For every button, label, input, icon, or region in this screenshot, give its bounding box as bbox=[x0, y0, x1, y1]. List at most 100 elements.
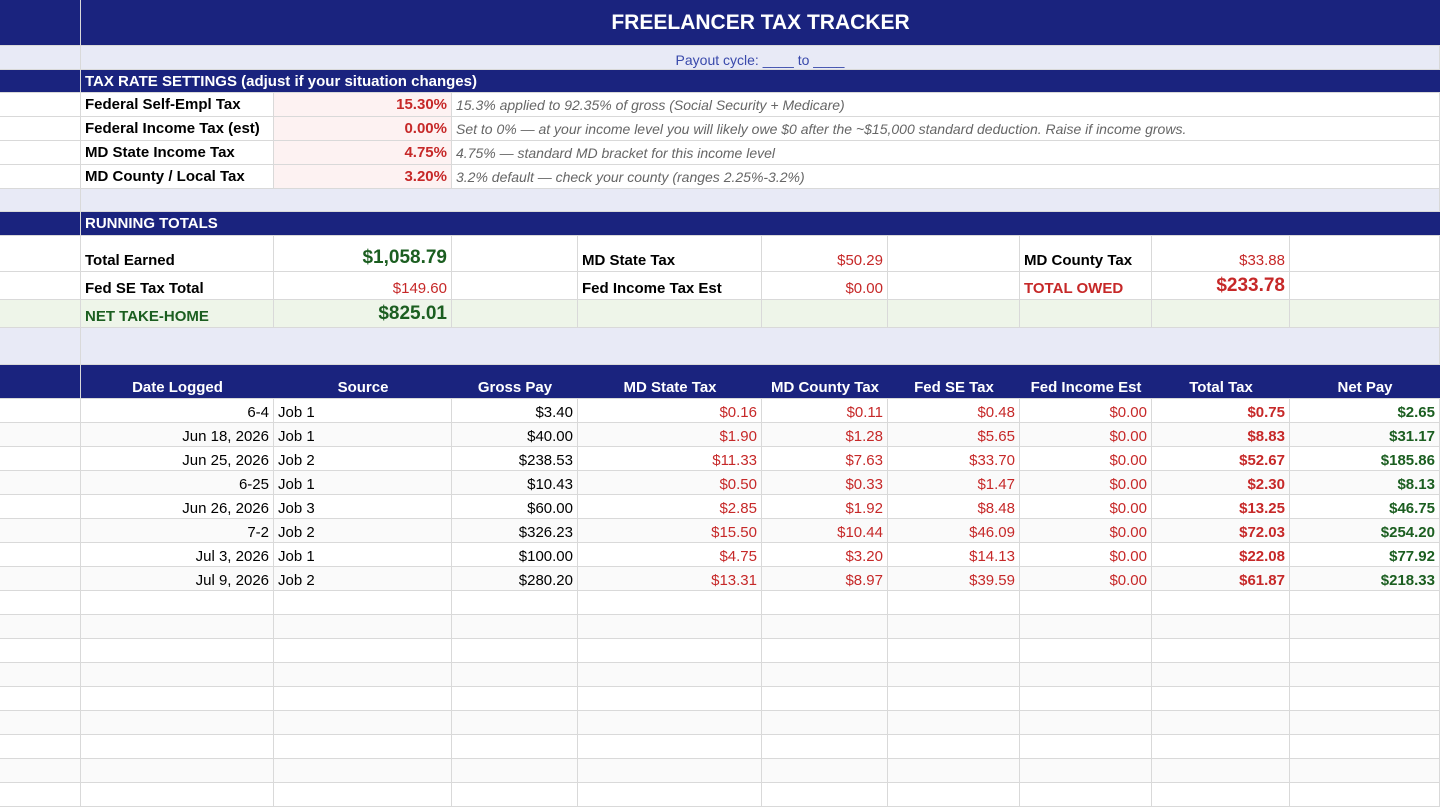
col-header-fed-se[interactable]: Fed SE Tax bbox=[888, 365, 1020, 399]
row-gutter[interactable] bbox=[0, 0, 81, 46]
cell-date[interactable] bbox=[81, 711, 274, 735]
cell-fed-se[interactable] bbox=[888, 663, 1020, 687]
empty-cell[interactable] bbox=[452, 272, 578, 300]
cell-net-pay[interactable] bbox=[1290, 591, 1440, 615]
cell-md-state[interactable] bbox=[578, 663, 762, 687]
total-owed-label[interactable]: TOTAL OWED bbox=[1020, 272, 1152, 300]
cell-gross[interactable] bbox=[452, 783, 578, 807]
cell-fed-income[interactable] bbox=[1020, 663, 1152, 687]
rate-note[interactable]: 3.2% default — check your county (ranges… bbox=[452, 165, 1440, 189]
cell-total-tax[interactable] bbox=[1152, 639, 1290, 663]
row-gutter[interactable] bbox=[0, 300, 81, 328]
cell-total-tax[interactable] bbox=[1152, 735, 1290, 759]
cell-total-tax[interactable] bbox=[1152, 663, 1290, 687]
cell-md-county[interactable] bbox=[762, 711, 888, 735]
cell-date[interactable]: Jul 9, 2026 bbox=[81, 567, 274, 591]
rate-note[interactable]: 4.75% — standard MD bracket for this inc… bbox=[452, 141, 1440, 165]
cell-date[interactable] bbox=[81, 759, 274, 783]
cell-total-tax[interactable] bbox=[1152, 591, 1290, 615]
rate-value[interactable]: 3.20% bbox=[274, 165, 452, 189]
cell-md-county[interactable]: $1.92 bbox=[762, 495, 888, 519]
rate-value[interactable]: 0.00% bbox=[274, 117, 452, 141]
cell-md-county[interactable] bbox=[762, 687, 888, 711]
empty-cell[interactable] bbox=[888, 236, 1020, 272]
cell-gross[interactable] bbox=[452, 687, 578, 711]
cell-source[interactable] bbox=[274, 639, 452, 663]
cell-date[interactable]: Jun 26, 2026 bbox=[81, 495, 274, 519]
cell-fed-se[interactable] bbox=[888, 759, 1020, 783]
cell-md-state[interactable] bbox=[578, 615, 762, 639]
row-gutter[interactable] bbox=[0, 735, 81, 759]
empty-cell[interactable] bbox=[452, 236, 578, 272]
cell-net-pay[interactable]: $31.17 bbox=[1290, 423, 1440, 447]
cell-source[interactable] bbox=[274, 759, 452, 783]
cell-net-pay[interactable] bbox=[1290, 759, 1440, 783]
cell-source[interactable] bbox=[274, 783, 452, 807]
col-header-md-state[interactable]: MD State Tax bbox=[578, 365, 762, 399]
cell-gross[interactable]: $326.23 bbox=[452, 519, 578, 543]
rate-note[interactable]: Set to 0% — at your income level you wil… bbox=[452, 117, 1440, 141]
row-gutter[interactable] bbox=[0, 117, 81, 141]
cell-md-county[interactable] bbox=[762, 663, 888, 687]
cell-net-pay[interactable]: $46.75 bbox=[1290, 495, 1440, 519]
total-earned-label[interactable]: Total Earned bbox=[81, 236, 274, 272]
cell-fed-se[interactable]: $0.48 bbox=[888, 399, 1020, 423]
cell-md-state[interactable]: $2.85 bbox=[578, 495, 762, 519]
cell-gross[interactable]: $280.20 bbox=[452, 567, 578, 591]
cell-md-county[interactable]: $10.44 bbox=[762, 519, 888, 543]
cell-source[interactable]: Job 3 bbox=[274, 495, 452, 519]
cell-md-state[interactable] bbox=[578, 639, 762, 663]
row-gutter[interactable] bbox=[0, 141, 81, 165]
cell-gross[interactable]: $100.00 bbox=[452, 543, 578, 567]
col-header-fed-income[interactable]: Fed Income Est bbox=[1020, 365, 1152, 399]
md-county-tax-label[interactable]: MD County Tax bbox=[1020, 236, 1152, 272]
cell-date[interactable]: 7-2 bbox=[81, 519, 274, 543]
row-gutter[interactable] bbox=[0, 711, 81, 735]
cell-md-county[interactable]: $8.97 bbox=[762, 567, 888, 591]
cell-source[interactable] bbox=[274, 687, 452, 711]
row-gutter[interactable] bbox=[0, 495, 81, 519]
cell-total-tax[interactable] bbox=[1152, 759, 1290, 783]
empty-cell[interactable] bbox=[1290, 236, 1440, 272]
cell-md-county[interactable] bbox=[762, 639, 888, 663]
empty-cell[interactable] bbox=[452, 300, 578, 328]
cell-source[interactable]: Job 2 bbox=[274, 519, 452, 543]
payout-cycle[interactable]: Payout cycle: ____ to ____ bbox=[81, 46, 1440, 70]
total-earned-value[interactable]: $1,058.79 bbox=[274, 236, 452, 272]
col-header-source[interactable]: Source bbox=[274, 365, 452, 399]
cell-fed-se[interactable]: $14.13 bbox=[888, 543, 1020, 567]
cell-net-pay[interactable]: $185.86 bbox=[1290, 447, 1440, 471]
cell-md-state[interactable] bbox=[578, 759, 762, 783]
cell-net-pay[interactable] bbox=[1290, 711, 1440, 735]
cell-total-tax[interactable]: $52.67 bbox=[1152, 447, 1290, 471]
cell-date[interactable] bbox=[81, 615, 274, 639]
row-gutter[interactable] bbox=[0, 70, 81, 93]
row-gutter[interactable] bbox=[0, 46, 81, 70]
row-gutter[interactable] bbox=[0, 328, 81, 365]
cell-fed-income[interactable] bbox=[1020, 711, 1152, 735]
cell-date[interactable] bbox=[81, 591, 274, 615]
cell-source[interactable]: Job 1 bbox=[274, 543, 452, 567]
sheet-title[interactable]: FREELANCER TAX TRACKER bbox=[81, 0, 1440, 46]
md-state-tax-value[interactable]: $50.29 bbox=[762, 236, 888, 272]
cell-source[interactable] bbox=[274, 711, 452, 735]
cell-source[interactable]: Job 2 bbox=[274, 447, 452, 471]
row-gutter[interactable] bbox=[0, 423, 81, 447]
cell-gross[interactable]: $10.43 bbox=[452, 471, 578, 495]
cell-fed-se[interactable]: $46.09 bbox=[888, 519, 1020, 543]
row-gutter[interactable] bbox=[0, 783, 81, 807]
cell-source[interactable] bbox=[274, 591, 452, 615]
row-gutter[interactable] bbox=[0, 639, 81, 663]
cell-date[interactable]: 6-4 bbox=[81, 399, 274, 423]
cell-md-county[interactable] bbox=[762, 759, 888, 783]
col-header-date[interactable]: Date Logged bbox=[81, 365, 274, 399]
row-gutter[interactable] bbox=[0, 93, 81, 117]
cell-md-county[interactable] bbox=[762, 615, 888, 639]
row-gutter[interactable] bbox=[0, 663, 81, 687]
fed-income-tax-label[interactable]: Fed Income Tax Est bbox=[578, 272, 762, 300]
cell-date[interactable] bbox=[81, 735, 274, 759]
cell-fed-se[interactable] bbox=[888, 591, 1020, 615]
rate-label[interactable]: MD County / Local Tax bbox=[81, 165, 274, 189]
cell-date[interactable]: Jun 18, 2026 bbox=[81, 423, 274, 447]
row-gutter[interactable] bbox=[0, 365, 81, 399]
